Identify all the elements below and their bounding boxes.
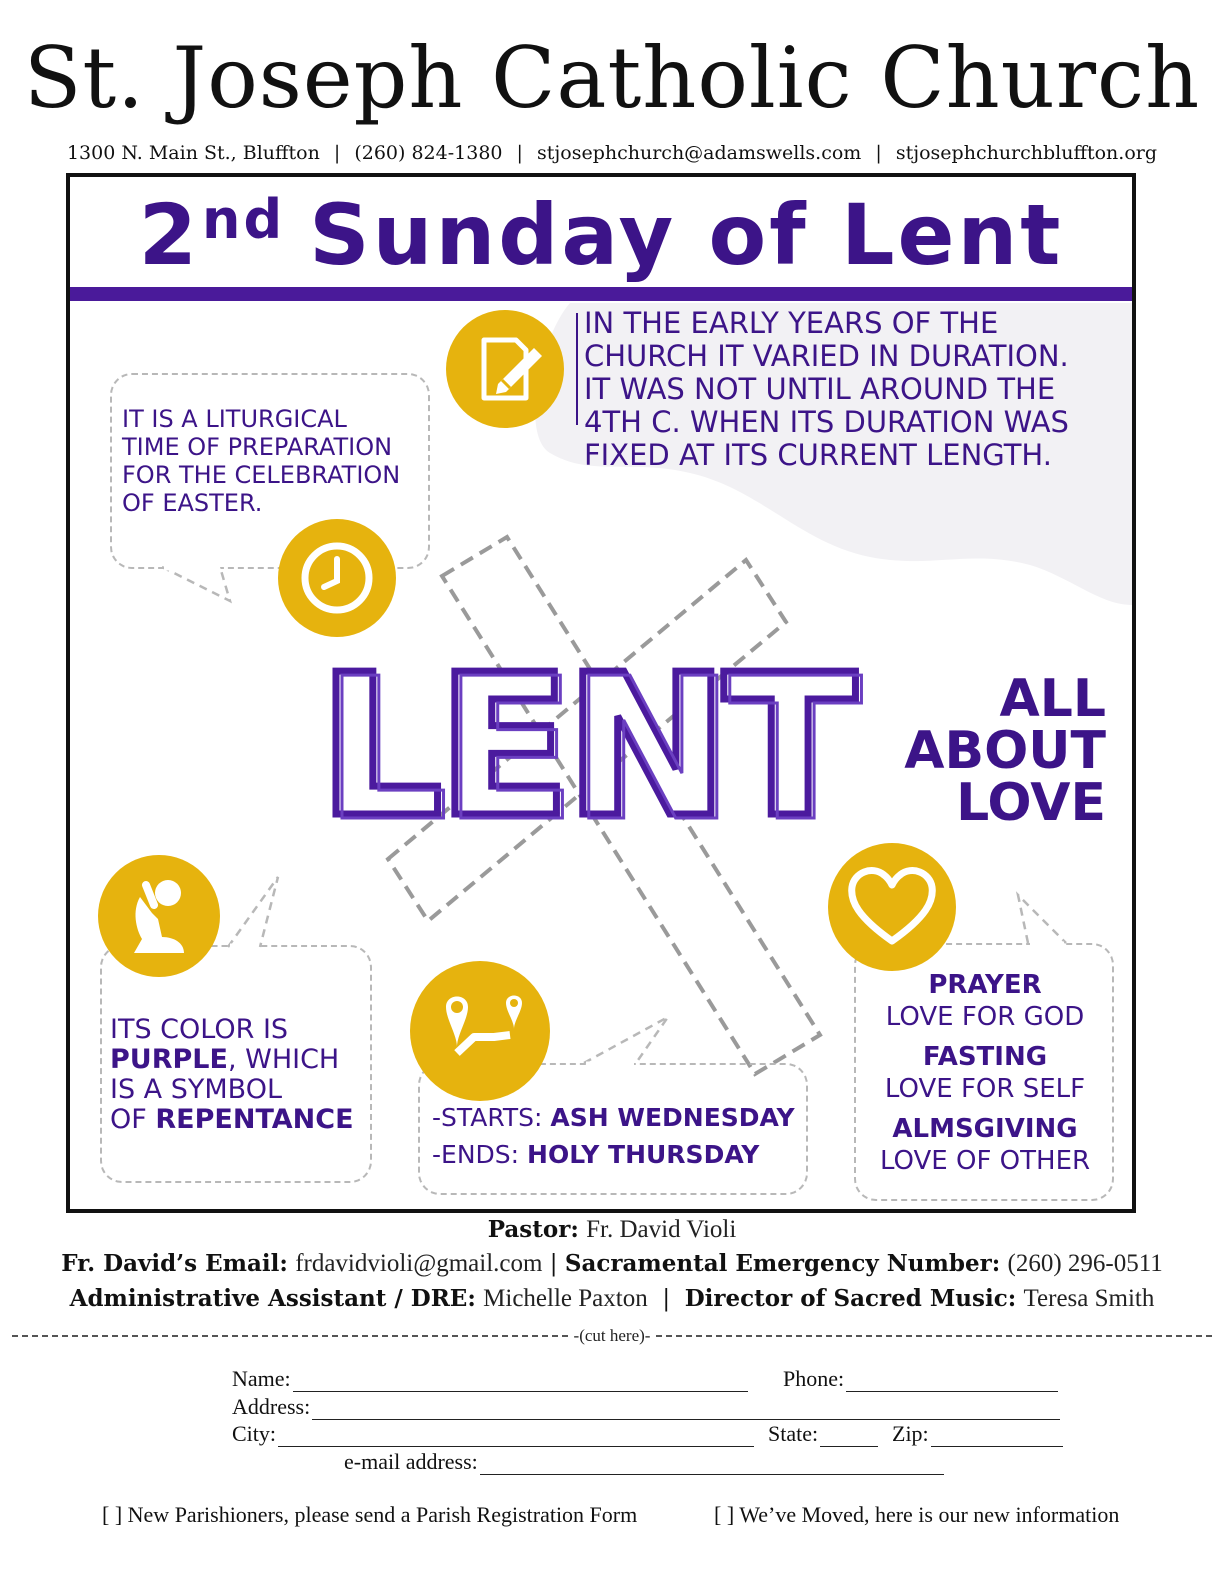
city-input[interactable]: [278, 1427, 755, 1447]
color-repentance: REPENTANCE: [155, 1104, 354, 1135]
pillar-name: PRAYER: [928, 970, 1042, 1000]
emergency-number: (260) 296-0511: [1007, 1250, 1163, 1277]
email-field: e-mail address:: [344, 1449, 944, 1475]
tagline-line: ALL: [999, 669, 1106, 729]
definition-text: IT IS A LITURGICAL TIME OF PREPARATION F…: [122, 405, 400, 517]
staff-line: Administrative Assistant / DRE: Michelle…: [69, 1285, 1155, 1312]
color-purple: PURPLE: [110, 1044, 228, 1075]
state-field: State:: [768, 1421, 879, 1447]
history-line: IT WAS NOT UNTIL AROUND THE: [584, 372, 1056, 406]
lent-word-sketch: LENT: [323, 637, 865, 865]
address-field: Address:: [232, 1394, 1061, 1420]
separator: |: [333, 142, 341, 164]
lent-infographic: 2nd Sunday of Lent IN THE EARLY YEARS OF…: [66, 173, 1136, 1213]
new-parishioner-checkbox[interactable]: [ ] New Parishioners, please send a Pari…: [102, 1502, 637, 1528]
all-about-love: ALL ABOUT LOVE: [904, 673, 1106, 829]
history-divider: [576, 313, 578, 425]
color-line: ITS COLOR IS: [110, 1014, 289, 1045]
name-input[interactable]: [292, 1372, 748, 1392]
zip-input[interactable]: [930, 1427, 1063, 1447]
starts-line: -STARTS: ASH WEDNESDAY: [432, 1103, 795, 1132]
church-address: 1300 N. Main St., Bluffton: [66, 142, 320, 164]
dates-text: -STARTS: ASH WEDNESDAY -ENDS: HOLY THURS…: [432, 1099, 795, 1173]
color-line: OF REPENTANCE: [110, 1104, 354, 1135]
history-line: 4TH C. WHEN ITS DURATION WAS: [584, 405, 1069, 439]
phone-field: Phone:: [783, 1366, 1059, 1392]
color-text: ITS COLOR IS PURPLE, WHICH IS A SYMBOL O…: [110, 1015, 354, 1135]
cut-line: -(cut here)-: [12, 1326, 1213, 1346]
church-contact-line: 1300 N. Main St., Bluffton | (260) 824-1…: [0, 142, 1224, 164]
contact-line: Fr. David’s Email: frdavidvioli@gmail.co…: [61, 1250, 1163, 1277]
zip-field: Zip:: [892, 1421, 1063, 1447]
definition-line: TIME OF PREPARATION: [122, 433, 393, 461]
pastor-line: Pastor: Fr. David Violi: [487, 1216, 737, 1243]
color-line: IS A SYMBOL: [110, 1074, 283, 1105]
phone-input[interactable]: [846, 1372, 1059, 1392]
cut-label: -(cut here)-: [573, 1326, 651, 1345]
history-line: IN THE EARLY YEARS OF THE: [584, 306, 999, 340]
color-line: PURPLE, WHICH: [110, 1044, 340, 1075]
address-input[interactable]: [312, 1400, 1061, 1420]
history-line: FIXED AT ITS CURRENT LENGTH.: [584, 438, 1052, 472]
ends-line: -ENDS: HOLY THURSDAY: [432, 1140, 760, 1169]
moved-checkbox[interactable]: [ ] We’ve Moved, here is our new informa…: [714, 1502, 1119, 1528]
church-phone: (260) 824-1380: [354, 142, 503, 164]
document-pencil-icon: [446, 310, 564, 428]
pillar-name: FASTING: [922, 1042, 1048, 1072]
church-email[interactable]: stjosephchurch@adamswells.com: [537, 142, 861, 164]
definition-line: OF EASTER.: [122, 489, 263, 517]
pillar-name: ALMSGIVING: [892, 1114, 1078, 1144]
separator: |: [516, 142, 523, 164]
definition-line: FOR THE CELEBRATION: [122, 461, 401, 489]
admin-name: Michelle Paxton: [483, 1285, 648, 1312]
pillars-text: PRAYER LOVE FOR GOD FASTING LOVE FOR SEL…: [858, 969, 1112, 1177]
email-input[interactable]: [479, 1455, 944, 1475]
pillar-meaning: LOVE FOR GOD: [885, 1002, 1085, 1032]
name-field: Name:: [232, 1366, 748, 1392]
pastor-name: Fr. David Violi: [586, 1216, 737, 1243]
state-input[interactable]: [820, 1427, 879, 1447]
city-field: City:: [232, 1421, 755, 1447]
church-website[interactable]: stjosephchurchbluffton.org: [896, 142, 1157, 164]
pillar-meaning: LOVE OF OTHER: [879, 1146, 1091, 1176]
kneeling-prayer-icon: [98, 855, 220, 977]
tagline-line: LOVE: [956, 773, 1106, 833]
tagline-line: ABOUT: [904, 721, 1106, 781]
clock-icon: [278, 519, 396, 637]
definition-line: IT IS A LITURGICAL: [122, 405, 347, 433]
history-text: IN THE EARLY YEARS OF THE CHURCH IT VARI…: [584, 307, 1069, 472]
music-director-name: Teresa Smith: [1023, 1285, 1155, 1312]
history-line: CHURCH IT VARIED IN DURATION.: [584, 339, 1069, 373]
lent-word: LENT LENT: [315, 644, 878, 853]
church-name: St. Joseph Catholic Church: [23, 29, 1201, 127]
pastor-email[interactable]: frdavidvioli@gmail.com: [295, 1250, 542, 1277]
separator: |: [875, 142, 882, 164]
map-route-icon: [410, 961, 550, 1101]
pillar-meaning: LOVE FOR SELF: [884, 1074, 1086, 1104]
